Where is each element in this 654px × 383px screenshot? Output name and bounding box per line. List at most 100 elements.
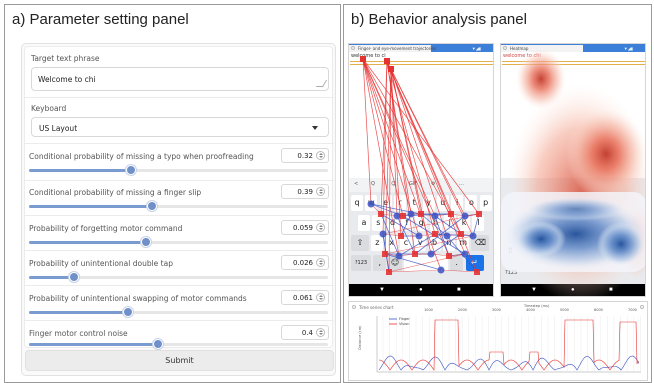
slider-row-typo-proofreading: Conditional probability of missing a typ… xyxy=(25,145,334,179)
x-tick-label: 6000 xyxy=(594,308,603,312)
number-input[interactable]: 0.4 xyxy=(281,325,329,340)
finger-touch-point xyxy=(431,212,439,220)
stepper-icon[interactable] xyxy=(316,328,325,337)
heat-blob xyxy=(597,222,645,266)
eye-fixation-point xyxy=(432,231,438,237)
x-tick-label: 3000 xyxy=(492,308,501,312)
behavior-analysis-panel: b) Behavior analysis panel Finger- and e… xyxy=(343,4,652,383)
time-series-chart: Time series chart 1000 2000 3000 4000 5000 60… xyxy=(348,301,648,381)
eye-fixation-point xyxy=(412,251,418,257)
slider-fill xyxy=(29,343,158,346)
keyboard-select[interactable]: US Layout xyxy=(31,117,329,137)
legend-finger: Finger xyxy=(399,317,410,321)
slider-fill xyxy=(29,276,74,279)
slider-fill xyxy=(29,205,152,208)
heatmap-phone-view: Heatmap ▼◢▮ welcome to chi ▼ ● ■ ?123 ⇧ xyxy=(500,43,646,297)
x-axis-label: Timestep (ms) xyxy=(523,304,550,308)
eye-fixation-point xyxy=(448,211,454,217)
slider-thumb[interactable] xyxy=(68,272,79,282)
target-text-input[interactable]: Welcome to chi xyxy=(31,67,329,91)
finger-touch-point xyxy=(437,266,445,274)
number-input[interactable]: 0.061 xyxy=(281,290,329,305)
eye-fixation-point xyxy=(386,269,392,275)
finger-touch-point xyxy=(427,250,435,258)
parameter-form: Target text phrase Welcome to chi Keyboa… xyxy=(21,43,336,376)
eye-fixation-point xyxy=(360,56,366,62)
slider-thumb[interactable] xyxy=(125,165,136,175)
slider-thumb[interactable] xyxy=(122,307,133,317)
eye-fixation-point xyxy=(418,211,424,217)
number-input[interactable]: 0.32 xyxy=(281,148,329,163)
x-tick-label: 2000 xyxy=(458,308,467,312)
eye-trajectory-line xyxy=(440,269,478,273)
heat-blob xyxy=(566,109,645,199)
eye-fixation-point xyxy=(382,251,388,257)
eye-trajectory-line xyxy=(362,58,480,215)
number-input[interactable]: 0.026 xyxy=(281,255,329,270)
finger-touch-point xyxy=(415,232,423,240)
slider-label: Conditional probability of missing a typ… xyxy=(29,152,254,161)
eye-trajectory-line xyxy=(362,58,436,217)
form-inner: Target text phrase Welcome to chi Keyboa… xyxy=(24,46,334,349)
slider-track[interactable] xyxy=(29,272,328,282)
slider-label: Finger motor control noise xyxy=(29,329,128,338)
heat-blob xyxy=(516,49,566,109)
heatmap-overlay xyxy=(501,49,645,296)
parameter-setting-panel: a) Parameter setting panel Target text p… xyxy=(4,4,341,383)
eye-fixation-point xyxy=(378,211,384,217)
slider-row-forgetting-motor: Probability of forgetting motor command … xyxy=(25,215,334,249)
slider-thumb[interactable] xyxy=(146,201,157,211)
keyboard-label: Keyboard xyxy=(31,104,67,113)
number-input[interactable]: 0.39 xyxy=(281,184,329,199)
legend-vision: Vision xyxy=(399,322,409,326)
time-series-plot: 1000 2000 3000 4000 5000 6000 7000 Distance (cm… xyxy=(358,304,641,373)
stepper-icon[interactable] xyxy=(316,258,325,267)
finger-touch-point xyxy=(367,200,375,208)
slider-row-double-tap: Probability of unintentional double tap … xyxy=(25,250,334,284)
chevron-down-icon xyxy=(312,126,318,130)
stepper-icon[interactable] xyxy=(316,187,325,196)
eye-fixation-point xyxy=(446,253,452,259)
finger-eye-trajectory-overlay xyxy=(360,56,482,275)
slider-track[interactable] xyxy=(29,339,328,349)
x-tick-label: 7000 xyxy=(628,308,637,312)
slider-row-swapping-motor: Probability of unintentional swapping of… xyxy=(25,285,334,319)
heat-blob xyxy=(516,221,566,257)
finger-touch-point xyxy=(379,230,387,238)
slider-row-finger-slip: Conditional probability of missing a fin… xyxy=(25,180,334,214)
slider-label: Probability of forgetting motor command xyxy=(29,224,183,233)
finger-touch-point xyxy=(443,232,451,240)
resize-handle-icon[interactable] xyxy=(315,80,328,87)
stepper-icon[interactable] xyxy=(316,151,325,160)
slider-track[interactable] xyxy=(29,237,328,247)
panel-title: a) Parameter setting panel xyxy=(12,11,189,28)
slider-thumb[interactable] xyxy=(152,339,163,349)
x-tick-label: 4000 xyxy=(526,308,535,312)
slider-track[interactable] xyxy=(29,165,328,175)
stepper-icon[interactable] xyxy=(316,223,325,232)
submit-button[interactable]: Submit xyxy=(25,350,334,371)
number-value: 0.061 xyxy=(292,294,313,302)
number-input[interactable]: 0.059 xyxy=(281,220,329,235)
keyboard-select-value: US Layout xyxy=(39,124,78,133)
number-value: 0.059 xyxy=(292,224,313,232)
slider-thumb[interactable] xyxy=(140,237,151,247)
eye-fixation-point xyxy=(388,66,394,72)
slider-track[interactable] xyxy=(29,201,328,211)
slider-label: Probability of unintentional swapping of… xyxy=(29,294,247,303)
slider-track[interactable] xyxy=(29,307,328,317)
heat-blob xyxy=(526,197,626,221)
finger-touch-point xyxy=(393,212,401,220)
finger-touch-point xyxy=(407,210,415,218)
divider xyxy=(25,97,334,98)
finger-touch-point xyxy=(461,250,469,258)
eye-fixation-point xyxy=(474,269,480,275)
divider xyxy=(25,143,334,144)
number-value: 0.4 xyxy=(301,329,313,337)
slider-fill xyxy=(29,241,146,244)
eye-trajectory-line xyxy=(386,60,478,273)
slider-fill xyxy=(29,169,131,172)
stepper-icon[interactable] xyxy=(316,293,325,302)
eye-fixation-point xyxy=(384,58,390,64)
slider-fill xyxy=(29,311,128,314)
